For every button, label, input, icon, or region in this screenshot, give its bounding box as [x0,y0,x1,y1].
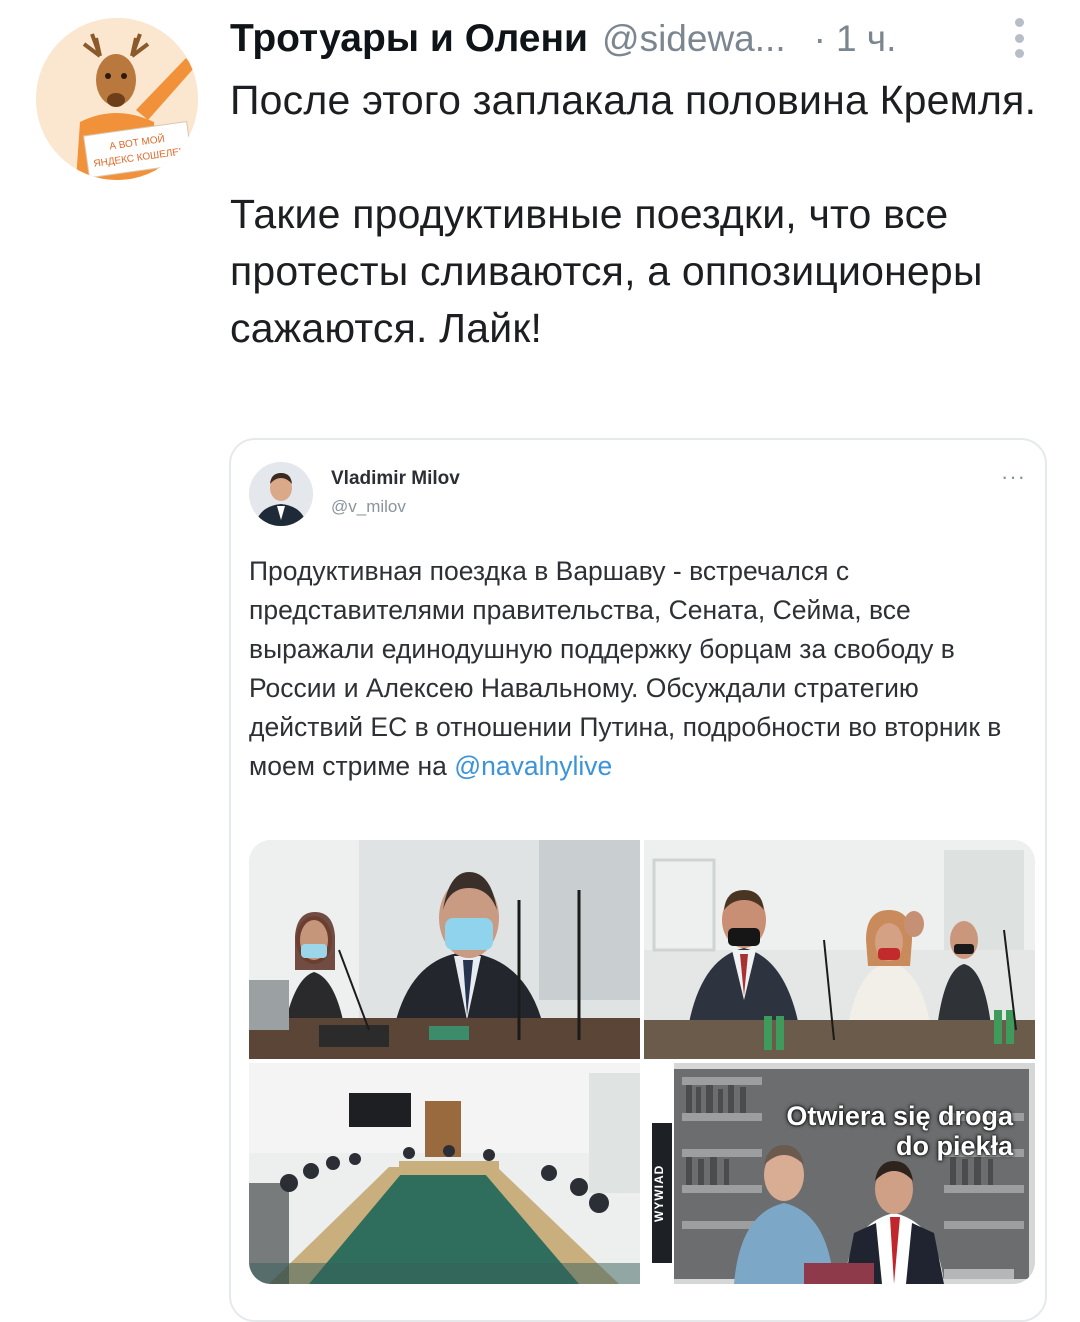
tweet-text: После этого заплакала половина Кремля. Т… [230,72,1060,357]
quoted-media-grid: WYWIAD Otwiera się droga do piekła [249,840,1035,1284]
overlay-line-2: do piekła [895,1131,1013,1161]
quoted-author-avatar[interactable] [249,462,313,526]
delegation-photo-icon [644,840,1035,1059]
quoted-body: Продуктивная поездка в Варшаву - встреча… [249,556,1002,781]
header-separator: · [813,18,826,59]
author-name[interactable]: Тротуары и Олени [230,17,588,61]
person-avatar-icon [249,462,313,526]
author-avatar[interactable]: А ВОТ МОЙ ЯНДЕКС КОШЕЛЕК [36,18,198,180]
media-photo-4[interactable]: WYWIAD Otwiera się droga do piekła [644,1063,1035,1284]
photo-overlay-text: Otwiera się droga do piekła [786,1101,1013,1161]
wywiad-side-label: WYWIAD [652,1123,672,1263]
media-photo-2[interactable] [644,840,1035,1059]
quoted-tweet-card[interactable]: Vladimir Milov @v_milov ··· Продуктивная… [229,438,1047,1322]
tweet-timestamp[interactable]: 1 ч. [836,18,896,60]
library-interview-photo-icon [644,1063,1035,1284]
quoted-tweet-text: Продуктивная поездка в Варшаву - встреча… [249,552,1039,786]
more-options-icon[interactable] [1006,18,1032,58]
quoted-author-name[interactable]: Vladimir Milov [331,468,460,490]
overlay-line-1: Otwiera się droga [786,1101,1013,1131]
quoted-author-handle[interactable]: @v_milov [331,497,406,517]
media-photo-1[interactable] [249,840,640,1059]
conference-room-photo-icon [249,1063,640,1284]
meeting-photo-icon [249,840,640,1059]
tweet-header: Тротуары и Олени @sidewa... · 1 ч. [230,14,1050,64]
mention-link[interactable]: @navalnylive [454,751,612,781]
deer-protest-avatar-icon: А ВОТ МОЙ ЯНДЕКС КОШЕЛЕК [36,18,198,180]
quoted-more-icon: ··· [1001,464,1026,489]
tweet-paragraph-1: После этого заплакала половина Кремля. [230,77,1037,123]
tweet-paragraph-2: Такие продуктивные поездки, что все прот… [230,191,983,351]
media-photo-3[interactable] [249,1063,640,1284]
author-handle[interactable]: @sidewa... [602,18,786,60]
